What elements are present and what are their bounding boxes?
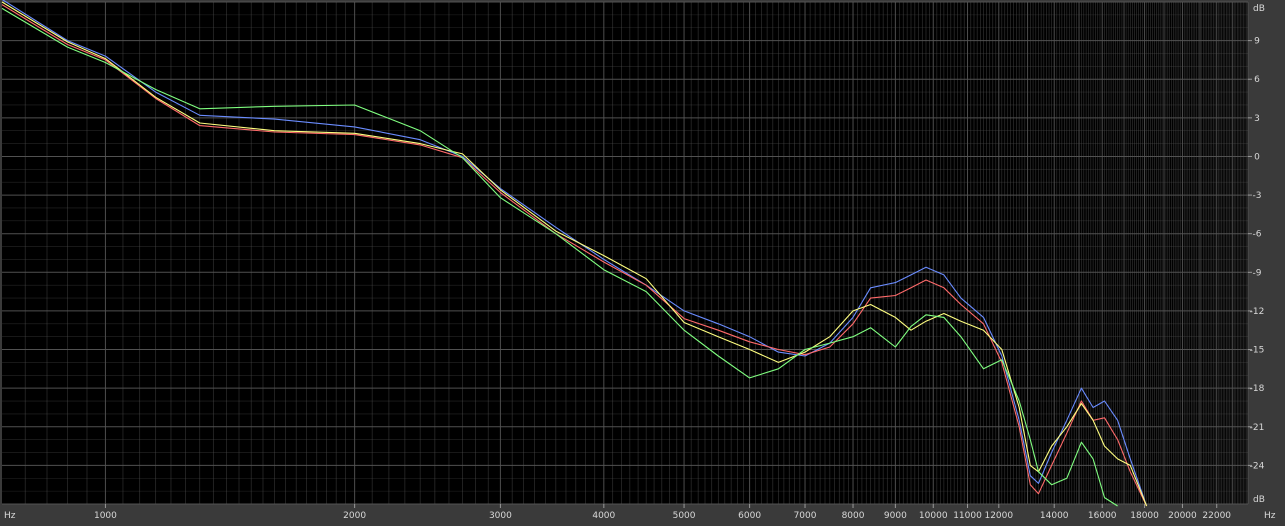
x-tick-label: 11000 [953, 511, 982, 521]
x-tick-label: 12000 [984, 511, 1013, 521]
x-unit-right: Hz [1264, 511, 1276, 521]
x-tick-label: 1000 [94, 511, 117, 521]
x-tick-label: 16000 [1088, 511, 1117, 521]
y-tick-label: -9 [1253, 268, 1262, 278]
y-tick-label: -15 [1250, 346, 1265, 356]
y-axis-labels: 9 6 3 0 -3 -6 -9 -12 -15 -18 -21 -24 [1248, 37, 1265, 471]
x-tick-label: 22000 [1202, 511, 1231, 521]
x-tick-label: 7000 [794, 511, 817, 521]
y-tick-label: 3 [1254, 114, 1260, 124]
y-tick-label: -21 [1250, 423, 1265, 433]
x-axis-labels: 1000 2000 3000 4000 5000 6000 7000 8000 9000 1000… [94, 504, 1231, 521]
y-tick-label: 9 [1254, 37, 1260, 47]
y-tick-label: -3 [1253, 191, 1262, 201]
x-tick-label: 10000 [919, 511, 948, 521]
x-unit-left: Hz [4, 511, 16, 521]
spectrum-chart: 9 6 3 0 -3 -6 -9 -12 -15 -18 -21 -24 1000 2000 3000 40… [1, 0, 1276, 521]
y-tick-label: 6 [1254, 75, 1260, 85]
x-tick-label: 6000 [738, 511, 761, 521]
x-tick-label: 4000 [592, 511, 615, 521]
x-tick-label: 8000 [842, 511, 865, 521]
x-tick-label: 9000 [884, 511, 907, 521]
y-tick-label: -6 [1253, 230, 1262, 240]
x-tick-label: 18000 [1130, 511, 1159, 521]
x-tick-label: 14000 [1040, 511, 1069, 521]
spectrum-analyzer-frame: 9 6 3 0 -3 -6 -9 -12 -15 -18 -21 -24 1000 2000 3000 40… [0, 0, 1285, 526]
y-tick-label: -24 [1250, 461, 1265, 471]
x-tick-label: 5000 [673, 511, 696, 521]
x-tick-label: 3000 [489, 511, 512, 521]
x-tick-label: 20000 [1168, 511, 1197, 521]
y-unit-top: dB [1253, 4, 1265, 14]
y-tick-label: 0 [1254, 152, 1260, 162]
x-tick-label: 2000 [343, 511, 366, 521]
y-tick-label: -18 [1250, 384, 1265, 394]
plot-background [2, 2, 1248, 504]
y-tick-label: -12 [1250, 307, 1265, 317]
y-unit-bottom: dB [1253, 495, 1265, 505]
